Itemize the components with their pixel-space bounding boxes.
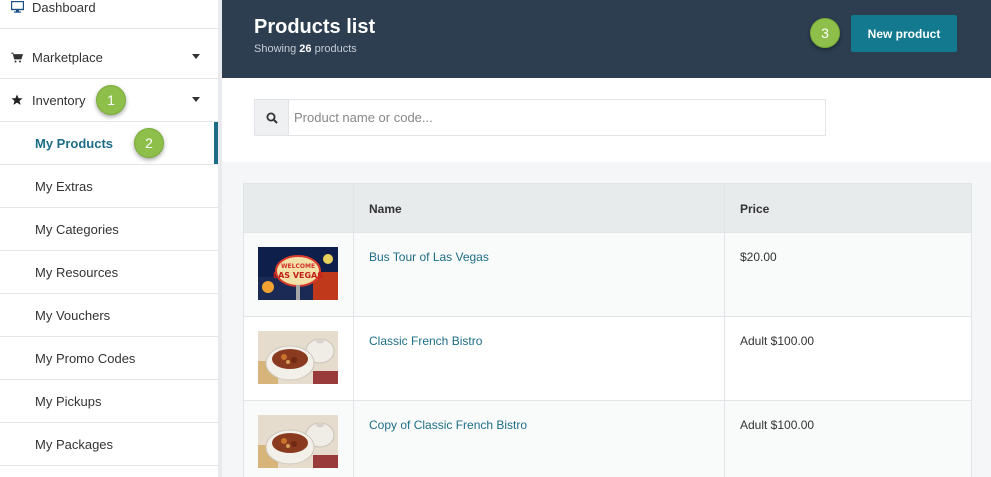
product-price: Adult $100.00 <box>740 418 815 432</box>
product-name-link[interactable]: Bus Tour of Las Vegas <box>369 250 489 264</box>
sidebar-item-label: My Products <box>35 135 114 151</box>
page-title: Products list <box>254 16 376 38</box>
count-prefix: Showing <box>254 43 297 55</box>
chevron-down-icon <box>192 54 200 59</box>
sidebar-item-label: Inventory <box>32 92 86 108</box>
search-input[interactable] <box>289 100 825 135</box>
product-count: 26 <box>299 43 312 55</box>
column-header-image <box>244 184 354 233</box>
callout-badge: 1 <box>96 85 126 115</box>
sidebar-item-label: My Vouchers <box>35 307 111 323</box>
svg-text:LAS VEGAS: LAS VEGAS <box>273 271 323 280</box>
product-thumbnail[interactable] <box>258 331 338 384</box>
star-icon <box>10 93 24 107</box>
sidebar-item-my-pickups[interactable]: My Pickups <box>0 380 218 423</box>
svg-text:WELCOME: WELCOME <box>281 263 315 270</box>
sidebar-item-my-products[interactable]: My Products <box>0 122 218 165</box>
search-button[interactable] <box>255 100 289 135</box>
sidebar: Dashboard Marketplace Inventory My Produ… <box>0 0 222 477</box>
sidebar-item-label: Marketplace <box>32 49 103 65</box>
sidebar-item-my-resources[interactable]: My Resources <box>0 251 218 294</box>
count-suffix: products <box>314 43 357 55</box>
main-content: Name Price WELCOME LAS VEGAS Bus Tour of… <box>222 162 991 477</box>
cart-icon <box>10 50 24 64</box>
search-box <box>254 99 826 136</box>
column-header-price[interactable]: Price <box>725 184 971 233</box>
product-thumbnail[interactable] <box>258 415 338 468</box>
sidebar-item-label: My Packages <box>35 436 114 452</box>
product-price: $20.00 <box>740 250 777 264</box>
monitor-icon <box>10 0 24 14</box>
product-name-link[interactable]: Classic French Bistro <box>369 334 482 348</box>
sidebar-item-my-vouchers[interactable]: My Vouchers <box>0 294 218 337</box>
sidebar-item-label: Dashboard <box>32 0 96 15</box>
sidebar-item-my-extras[interactable]: My Extras <box>0 165 218 208</box>
sidebar-item-label: My Resources <box>35 264 119 280</box>
sidebar-item-label: My Pickups <box>35 393 102 409</box>
product-thumbnail[interactable]: WELCOME LAS VEGAS <box>258 247 338 300</box>
search-icon <box>266 112 278 124</box>
search-area <box>222 78 991 162</box>
product-price: Adult $100.00 <box>740 334 815 348</box>
sidebar-item-my-packages[interactable]: My Packages <box>0 423 218 466</box>
column-divider <box>353 184 354 477</box>
sidebar-item-my-categories[interactable]: My Categories <box>0 208 218 251</box>
product-count-text: Showing 26 products <box>254 43 357 55</box>
column-divider <box>724 184 725 477</box>
sidebar-item-label: My Promo Codes <box>35 350 136 366</box>
callout-badge: 3 <box>810 18 840 48</box>
sidebar-item-dashboard[interactable]: Dashboard <box>0 0 218 29</box>
page-header: Products list Showing 26 products New pr… <box>222 0 991 78</box>
chevron-down-icon <box>192 97 200 102</box>
product-name-link[interactable]: Copy of Classic French Bistro <box>369 418 527 432</box>
sidebar-item-label: My Extras <box>35 178 93 194</box>
products-table: Name Price WELCOME LAS VEGAS Bus Tour of… <box>243 183 972 477</box>
sidebar-item-marketplace[interactable]: Marketplace <box>0 36 218 79</box>
callout-badge: 2 <box>134 128 164 158</box>
sidebar-item-label: My Categories <box>35 221 119 237</box>
column-header-name[interactable]: Name <box>354 184 725 233</box>
new-product-button[interactable]: New product <box>851 15 957 52</box>
sidebar-item-my-promo-codes[interactable]: My Promo Codes <box>0 337 218 380</box>
